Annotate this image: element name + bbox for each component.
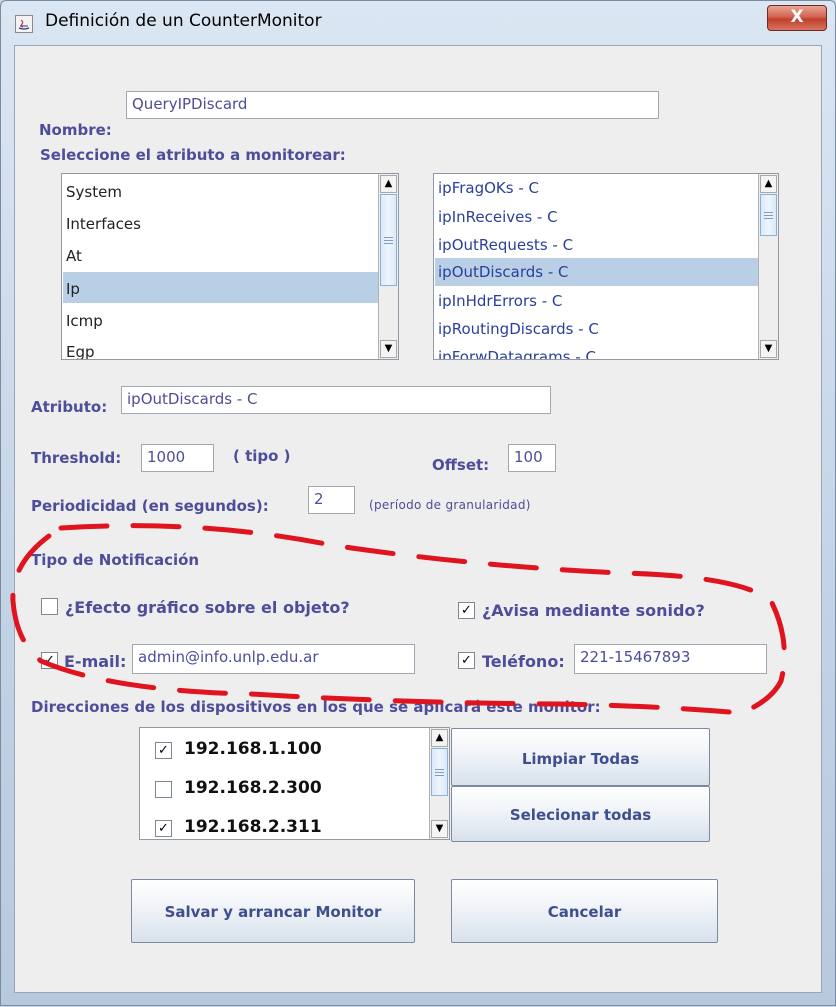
email-field[interactable]: admin@info.unlp.edu.ar — [132, 644, 415, 674]
group-item[interactable]: Egp — [66, 343, 95, 359]
tipo-label: ( tipo ) — [233, 447, 291, 465]
attribute-item[interactable]: ipInReceives - C — [438, 208, 558, 226]
title-bar[interactable]: Definición de un CounterMonitor X — [1, 1, 835, 45]
attribute-list[interactable]: ipFragOKs - C ipInReceives - C ipOutRequ… — [433, 173, 779, 360]
device-checkbox[interactable]: ✓ — [155, 742, 172, 759]
device-ip: 192.168.2.300 — [184, 778, 322, 798]
device-list[interactable]: ✓ 192.168.1.100 192.168.2.300 ✓ 192.168.… — [139, 727, 450, 840]
device-list-scrollbar[interactable]: ▲ ▼ — [429, 728, 449, 839]
group-item[interactable]: System — [66, 183, 122, 201]
atributo-label: Atributo: — [31, 398, 108, 416]
checkmark-icon: ✓ — [158, 821, 169, 836]
telefono-field[interactable]: 221-15467893 — [574, 644, 767, 674]
seleccionar-todas-button[interactable]: Selecionar todas — [451, 786, 710, 842]
group-item[interactable]: At — [66, 247, 82, 265]
scroll-up-arrow-icon[interactable]: ▲ — [380, 175, 397, 193]
scroll-up-arrow-icon[interactable]: ▲ — [431, 729, 448, 747]
group-list[interactable]: System Interfaces At Ip Icmp Egp ▲ ▼ — [61, 173, 399, 360]
atributo-field[interactable]: ipOutDiscards - C — [121, 386, 551, 414]
salvar-button[interactable]: Salvar y arrancar Monitor — [131, 879, 415, 943]
device-ip: 192.168.1.100 — [184, 739, 322, 759]
efecto-checkbox[interactable] — [41, 598, 58, 615]
notificacion-section-label: Tipo de Notificación — [31, 551, 200, 569]
cancelar-label: Cancelar — [547, 903, 622, 921]
checkmark-icon: ✓ — [158, 743, 169, 758]
form-panel: Nombre: QueryIPDiscard Seleccione el atr… — [14, 45, 822, 993]
scroll-down-arrow-icon[interactable]: ▼ — [760, 340, 777, 358]
periodicidad-label: Periodicidad (en segundos): — [31, 497, 269, 515]
scroll-thumb[interactable] — [380, 194, 397, 286]
attribute-item[interactable]: ipOutRequests - C — [438, 236, 573, 254]
seleccione-label: Seleccione el atributo a monitorear: — [40, 146, 346, 164]
scroll-down-arrow-icon[interactable]: ▼ — [380, 340, 397, 358]
scroll-thumb[interactable] — [760, 194, 777, 236]
attribute-item[interactable]: ipForwDatagrams - C — [438, 348, 596, 359]
checkmark-icon: ✓ — [461, 653, 472, 668]
limpiar-todas-label: Limpiar Todas — [521, 750, 640, 768]
scroll-up-arrow-icon[interactable]: ▲ — [760, 175, 777, 193]
salvar-label: Salvar y arrancar Monitor — [164, 903, 382, 921]
email-checkbox[interactable]: ✓ — [41, 652, 58, 669]
group-item-selected[interactable]: Ip — [66, 280, 80, 298]
java-app-icon — [15, 15, 33, 33]
threshold-label: Threshold: — [31, 449, 122, 467]
dialog-window: Definición de un CounterMonitor X Nombre… — [0, 0, 836, 1006]
sonido-checkbox[interactable]: ✓ — [458, 602, 475, 619]
group-item[interactable]: Icmp — [66, 312, 103, 330]
email-label: E-mail: — [64, 652, 127, 671]
efecto-label: ¿Efecto gráfico sobre el objeto? — [65, 598, 350, 617]
group-selection-highlight — [63, 272, 378, 303]
attribute-list-scrollbar[interactable]: ▲ ▼ — [758, 174, 778, 359]
threshold-field[interactable]: 1000 — [141, 444, 214, 472]
direcciones-label: Direcciones de los dispositivos en los q… — [31, 698, 601, 716]
seleccionar-todas-label: Selecionar todas — [509, 806, 652, 824]
device-checkbox[interactable] — [155, 781, 172, 798]
nombre-label: Nombre: — [39, 121, 112, 139]
sonido-label: ¿Avisa mediante sonido? — [482, 601, 705, 620]
checkmark-icon: ✓ — [461, 603, 472, 618]
limpiar-todas-button[interactable]: Limpiar Todas — [451, 728, 710, 786]
attribute-item-selected[interactable]: ipOutDiscards - C — [438, 263, 569, 281]
periodicidad-hint: (período de granularidad) — [369, 498, 531, 512]
nombre-field[interactable]: QueryIPDiscard — [126, 91, 659, 119]
device-checkbox[interactable]: ✓ — [155, 820, 172, 837]
group-list-scrollbar[interactable]: ▲ ▼ — [378, 174, 398, 359]
close-icon: X — [790, 7, 804, 27]
device-ip: 192.168.2.311 — [184, 817, 322, 837]
telefono-checkbox[interactable]: ✓ — [458, 652, 475, 669]
window-title: Definición de un CounterMonitor — [45, 11, 322, 31]
scroll-thumb[interactable] — [431, 748, 448, 796]
scroll-down-arrow-icon[interactable]: ▼ — [431, 820, 448, 838]
checkmark-icon: ✓ — [44, 653, 55, 668]
attribute-item[interactable]: ipInHdrErrors - C — [438, 292, 562, 310]
offset-field[interactable]: 100 — [508, 444, 556, 472]
telefono-label: Teléfono: — [482, 652, 565, 671]
close-button[interactable]: X — [767, 5, 827, 31]
group-item[interactable]: Interfaces — [66, 215, 141, 233]
attribute-item[interactable]: ipFragOKs - C — [438, 179, 539, 197]
cancelar-button[interactable]: Cancelar — [451, 879, 718, 943]
offset-label: Offset: — [432, 456, 490, 474]
periodicidad-field[interactable]: 2 — [308, 486, 355, 514]
attribute-item[interactable]: ipRoutingDiscards - C — [438, 320, 599, 338]
